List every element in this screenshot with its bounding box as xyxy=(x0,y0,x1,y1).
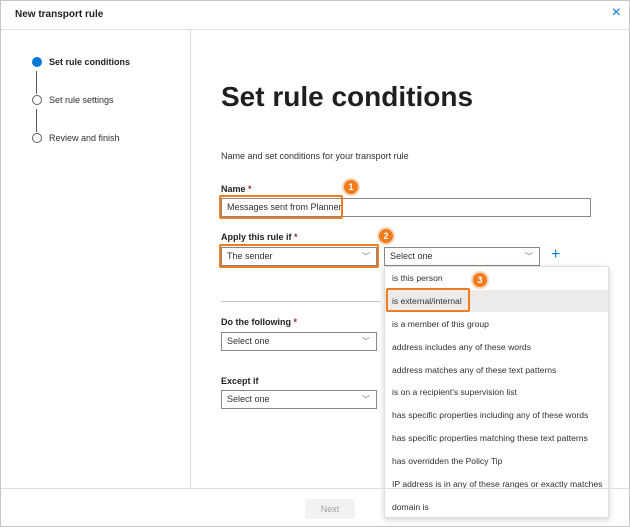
step-connector xyxy=(36,71,37,94)
step-badge-1: 1 xyxy=(342,178,360,196)
name-label-text: Name xyxy=(221,184,246,194)
close-icon[interactable]: × xyxy=(612,5,621,21)
step-label: Set rule conditions xyxy=(49,57,131,67)
panel-title: New transport rule xyxy=(15,9,104,20)
wizard-panel: New transport rule × Set rule conditions… xyxy=(0,0,630,527)
required-marker: * xyxy=(293,317,298,327)
apply-rule-if-label: Apply this rule if * xyxy=(221,232,298,242)
apply-rule-if-label-text: Apply this rule if xyxy=(221,232,292,242)
add-condition-icon[interactable]: + xyxy=(551,247,560,263)
callout-highlight-name xyxy=(219,195,343,219)
step-badge-3: 3 xyxy=(471,271,489,289)
menu-item[interactable]: is a member of this group xyxy=(385,313,608,335)
sender-condition-dropdown[interactable]: Select one ﹀ xyxy=(384,247,540,266)
menu-item[interactable]: is on a recipient's supervision list xyxy=(385,381,608,403)
section-divider xyxy=(221,301,381,302)
step-connector xyxy=(36,109,37,132)
step-active-indicator-icon xyxy=(32,57,42,67)
menu-item[interactable]: is this person xyxy=(385,267,608,289)
callout-highlight-menu-item xyxy=(386,288,470,312)
callout-highlight-condition xyxy=(219,244,379,268)
step-label: Review and finish xyxy=(49,133,120,143)
menu-item[interactable]: address includes any of these words xyxy=(385,336,608,358)
exception-dropdown[interactable]: Select one ﹀ xyxy=(221,390,377,409)
do-following-label: Do the following * xyxy=(221,317,297,327)
menu-item[interactable]: address matches any of these text patter… xyxy=(385,359,608,381)
except-if-label: Except if xyxy=(221,376,259,386)
chevron-down-icon: ﹀ xyxy=(525,252,533,261)
step-badge-2: 2 xyxy=(377,227,395,245)
panel-header: New transport rule × xyxy=(1,1,629,30)
menu-item[interactable]: has specific properties including any of… xyxy=(385,404,608,426)
do-following-label-text: Do the following xyxy=(221,317,291,327)
sender-condition-dropdown-value: Select one xyxy=(390,251,433,261)
action-dropdown[interactable]: Select one ﹀ xyxy=(221,332,377,351)
required-marker: * xyxy=(248,184,252,194)
step-indicator-icon xyxy=(32,133,42,143)
chevron-down-icon: ﹀ xyxy=(362,395,370,404)
name-label: Name * xyxy=(221,184,252,194)
page-subtitle: Name and set conditions for your transpo… xyxy=(221,151,409,161)
required-marker: * xyxy=(294,232,298,242)
panel-footer: Next xyxy=(1,488,629,526)
exception-dropdown-value: Select one xyxy=(227,394,270,404)
chevron-down-icon: ﹀ xyxy=(362,337,370,346)
next-button[interactable]: Next xyxy=(305,499,355,519)
menu-item[interactable]: has specific properties matching these t… xyxy=(385,427,608,449)
step-navigation: Set rule conditions Set rule settings Re… xyxy=(1,30,191,488)
menu-item[interactable]: has overridden the Policy Tip xyxy=(385,450,608,472)
action-dropdown-value: Select one xyxy=(227,336,270,346)
step-indicator-icon xyxy=(32,95,42,105)
page-title: Set rule conditions xyxy=(221,81,474,112)
step-label: Set rule settings xyxy=(49,95,114,105)
